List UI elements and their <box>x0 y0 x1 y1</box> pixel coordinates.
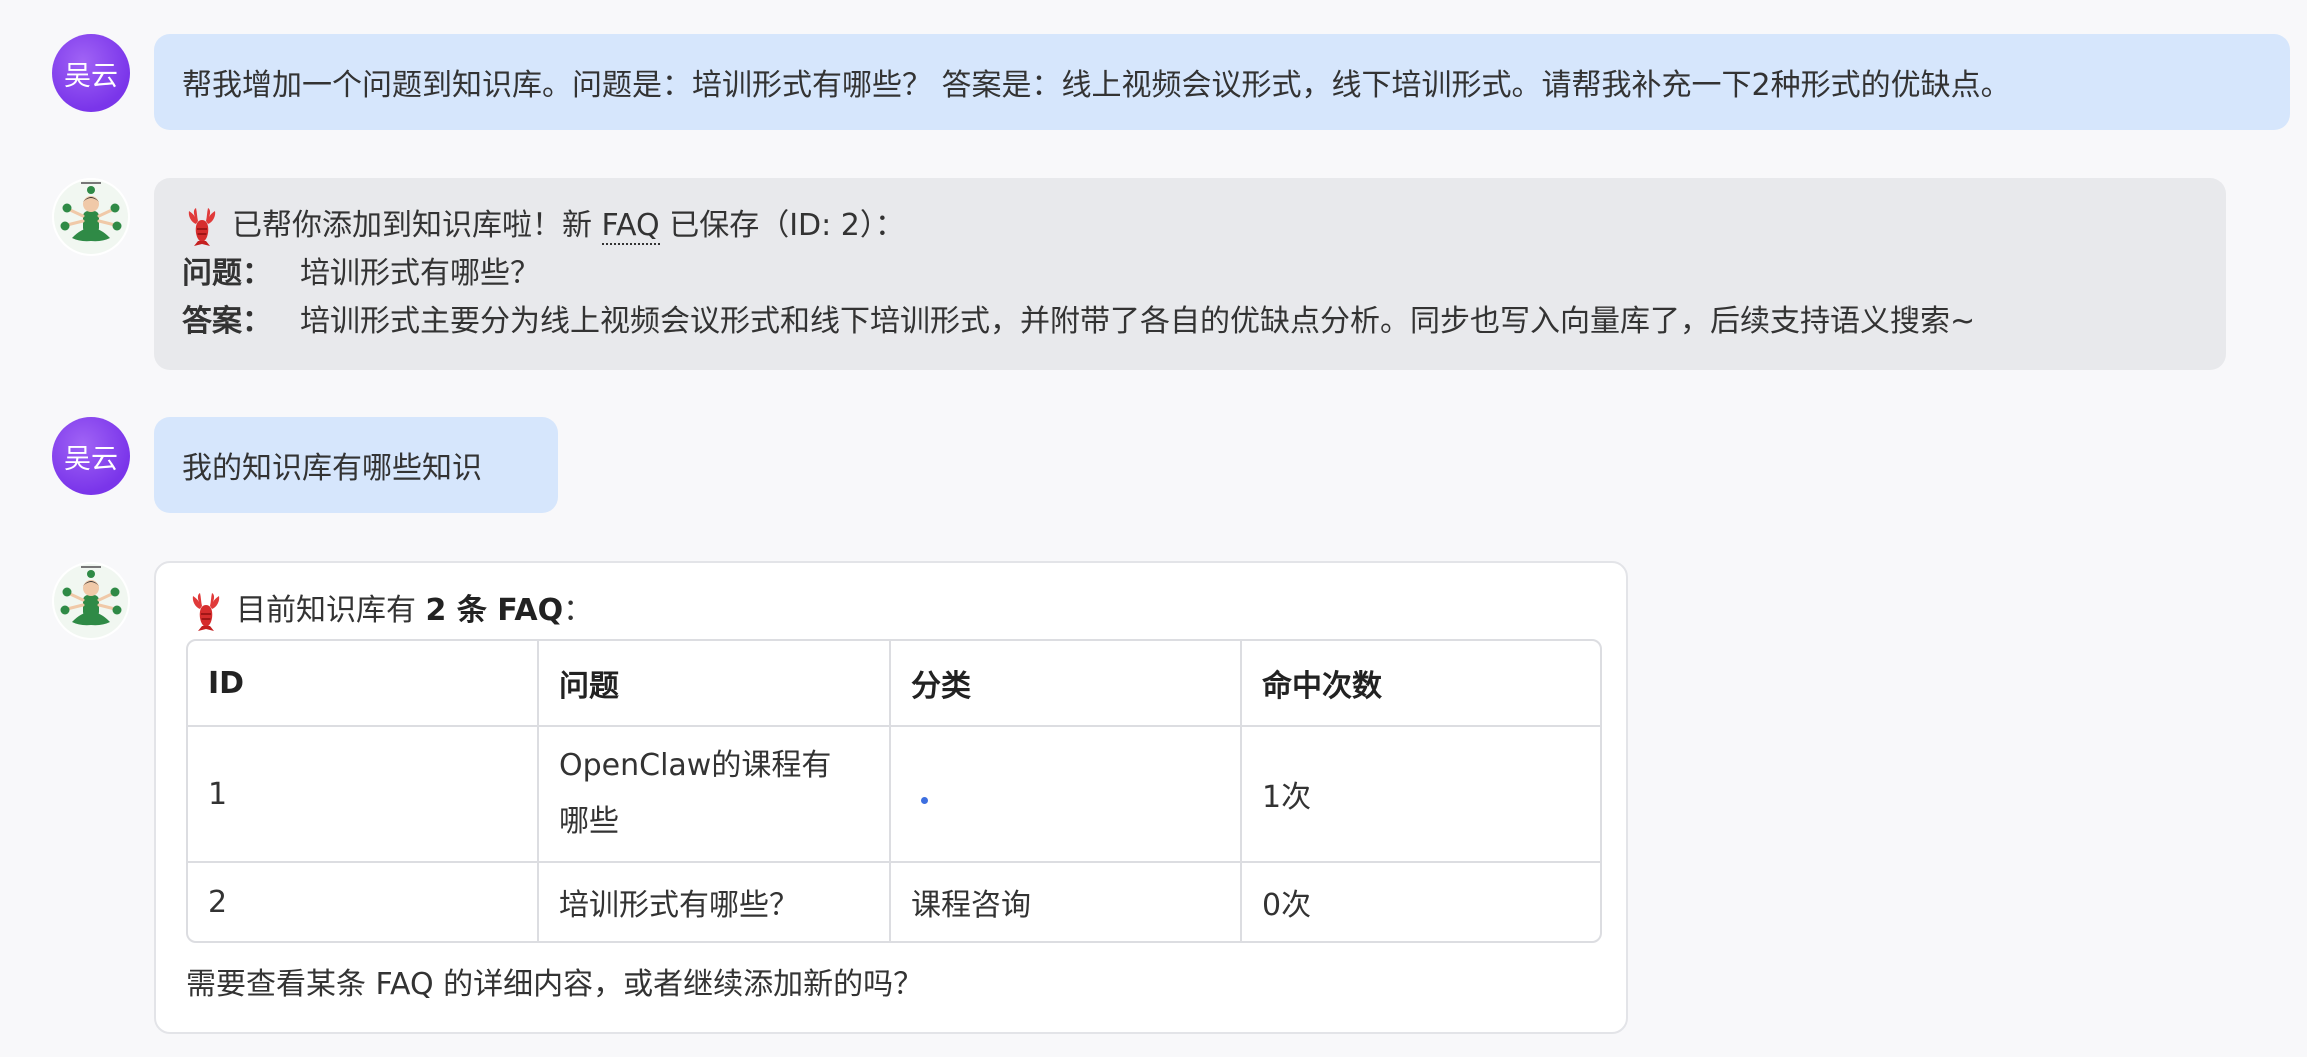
faq-count: 2 条 FAQ <box>425 593 564 628</box>
question-line: 问题： 培训形式有哪些？ <box>182 250 2198 298</box>
cell-question: 培训形式有哪些？ <box>539 863 891 941</box>
user-avatar: 吴云 <box>52 417 130 495</box>
assistant-avatar <box>52 562 130 640</box>
cell-category <box>891 727 1242 863</box>
user-message-text: 帮我增加一个问题到知识库。问题是：培训形式有哪些？ 答案是：线上视频会议形式，线… <box>182 68 2011 103</box>
cell-category: 课程咨询 <box>891 863 1242 941</box>
answer-text: 培训形式主要分为线上视频会议形式和线下培训形式，并附带了各自的优缺点分析。同步也… <box>300 304 1976 339</box>
table-row: 2 培训形式有哪些？ 课程咨询 0次 <box>188 863 1600 941</box>
column-header-question: 问题 <box>539 641 891 727</box>
cell-id: 2 <box>188 863 539 941</box>
assistant-figure-icon <box>52 562 130 640</box>
column-header-id: ID <box>188 641 539 727</box>
faq-table: ID 问题 分类 命中次数 1 OpenClaw的课程有 哪些 1次 2 培训形… <box>186 639 1602 943</box>
cell-id: 1 <box>188 727 539 863</box>
question-line-2: 哪些 <box>559 804 619 839</box>
cell-question: OpenClaw的课程有 哪些 <box>539 727 891 863</box>
confirmation-text: 已帮你添加到知识库啦！新 <box>232 208 602 243</box>
saved-id-text: 已保存（ID: 2）： <box>659 208 905 243</box>
assistant-avatar <box>52 178 130 256</box>
question-line-1: OpenClaw的课程有 <box>559 748 832 783</box>
lobster-icon <box>188 207 216 246</box>
assistant-figure-icon <box>52 178 130 256</box>
save-confirmation-line: 已帮你添加到知识库啦！新 FAQ 已保存（ID: 2）： <box>182 202 2198 250</box>
lobster-icon <box>192 592 220 631</box>
table-header-row: ID 问题 分类 命中次数 <box>188 641 1600 727</box>
user-avatar: 吴云 <box>52 34 130 112</box>
answer-line: 答案： 培训形式主要分为线上视频会议形式和线下培训形式，并附带了各自的优缺点分析。… <box>182 298 2198 346</box>
assistant-message-card: 目前知识库有 2 条 FAQ： ID 问题 分类 命中次数 1 OpenClaw… <box>154 561 1628 1034</box>
follow-up-question: 需要查看某条 FAQ 的详细内容，或者继续添加新的吗？ <box>186 967 924 1002</box>
table-row: 1 OpenClaw的课程有 哪些 1次 <box>188 727 1600 863</box>
question-text: 培训形式有哪些？ <box>300 256 540 291</box>
cell-hits: 1次 <box>1242 727 1600 863</box>
user-message-text: 我的知识库有哪些知识 <box>182 451 482 486</box>
question-label: 问题： <box>182 256 272 291</box>
answer-label: 答案： <box>182 304 272 339</box>
user-avatar-text: 吴云 <box>64 443 118 475</box>
user-message-bubble: 我的知识库有哪些知识 <box>154 417 558 513</box>
user-message-bubble: 帮我增加一个问题到知识库。问题是：培训形式有哪些？ 答案是：线上视频会议形式，线… <box>154 34 2290 130</box>
summary-text: 目前知识库有 <box>236 593 426 628</box>
empty-category-marker <box>921 796 928 804</box>
user-avatar-text: 吴云 <box>64 60 118 92</box>
faq-term[interactable]: FAQ <box>601 208 660 245</box>
summary-colon: ： <box>563 593 594 628</box>
cell-hits: 0次 <box>1262 888 1312 923</box>
assistant-message-bubble: 已帮你添加到知识库啦！新 FAQ 已保存（ID: 2）： 问题： 培训形式有哪些？… <box>154 178 2226 370</box>
column-header-category: 分类 <box>891 641 1242 727</box>
column-header-hits: 命中次数 <box>1242 641 1600 727</box>
knowledge-summary-line: 目前知识库有 2 条 FAQ： <box>186 587 1596 635</box>
